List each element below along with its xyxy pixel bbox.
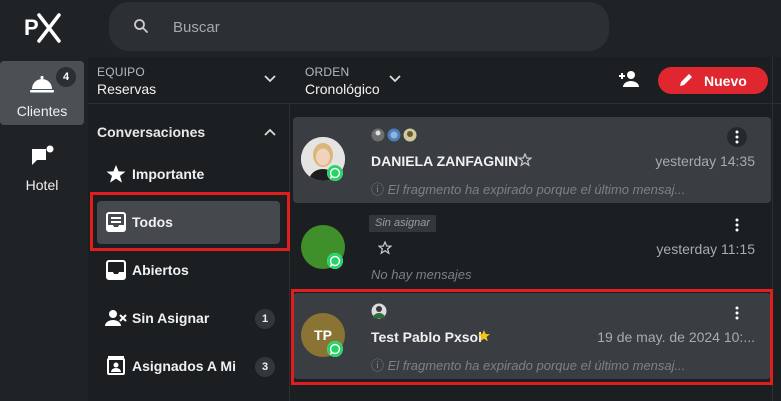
message-preview: ⓘ El fragmento ha expirado porque el últ… (371, 358, 686, 373)
count-badge: 3 (255, 357, 275, 377)
conversation-time: yesterday 14:35 (655, 153, 755, 169)
contact-card-icon (107, 356, 125, 375)
more-options-icon[interactable] (727, 215, 747, 235)
search-input[interactable] (173, 14, 573, 40)
conversation-item[interactable]: Sin asignar yesterday 11:15 No hay mensa… (293, 205, 771, 291)
new-button-label: Nuevo (704, 73, 747, 89)
equipo-label: EQUIPO (97, 65, 145, 79)
scrollbar[interactable] (772, 104, 781, 401)
conversation-item[interactable]: TP Test Pablo Pxsol 19 de may. de 2024 1… (293, 293, 771, 379)
whatsapp-icon (327, 341, 343, 357)
search-icon (134, 19, 148, 33)
svg-text:P: P (24, 15, 39, 40)
chat-notification-icon (32, 145, 54, 165)
filter-item-label: Asignados A Mi (132, 358, 236, 374)
pencil-icon (680, 74, 692, 86)
user-remove-icon (105, 310, 127, 326)
assigned-agents (371, 127, 421, 143)
panel-title: Conversaciones (97, 124, 206, 140)
notification-badge: 4 (56, 67, 76, 87)
filter-item-importante[interactable]: Importante (97, 153, 280, 196)
filters-header: EQUIPO Reservas ORDEN Cronológico Nuevo (88, 57, 781, 104)
conversation-time: yesterday 11:15 (656, 241, 755, 257)
conversation-filter-panel: Conversaciones Importante Todos Abiertos… (88, 104, 290, 401)
bell-service-icon (30, 76, 54, 93)
info-icon: ⓘ (371, 358, 385, 373)
top-bar: P (0, 0, 781, 57)
rail-item-clientes[interactable]: 4 Clientes (0, 61, 84, 125)
search-bar[interactable] (109, 2, 609, 51)
px-logo[interactable]: P (22, 9, 62, 45)
count-badge: 1 (255, 309, 275, 329)
contact-name: DANIELA ZANFAGNIN (371, 153, 519, 169)
filter-item-sin-asignar[interactable]: Sin Asignar 1 (97, 297, 280, 340)
orden-value: Cronológico (305, 81, 380, 97)
chevron-up-icon[interactable] (264, 128, 276, 136)
conversation-list: DANIELA ZANFAGNIN yesterday 14:35 ⓘ El f… (290, 104, 781, 401)
conversation-time: 19 de may. de 2024 10:... (597, 329, 755, 345)
chevron-down-icon (264, 75, 276, 83)
rail-item-label: Hotel (25, 177, 59, 193)
message-preview: No hay mensajes (371, 267, 472, 282)
filter-item-abiertos[interactable]: Abiertos (97, 249, 280, 292)
rail-item-hotel[interactable]: Hotel (0, 135, 84, 199)
equipo-value: Reservas (97, 81, 157, 97)
message-preview: ⓘ El fragmento ha expirado porque el últ… (371, 182, 686, 197)
conversation-item[interactable]: DANIELA ZANFAGNIN yesterday 14:35 ⓘ El f… (293, 117, 771, 203)
inbox-icon (106, 260, 126, 280)
unassigned-chip: Sin asignar (369, 215, 437, 232)
orden-dropdown[interactable]: ORDEN Cronológico (305, 65, 405, 97)
filter-item-label: Importante (132, 166, 205, 182)
whatsapp-icon (327, 165, 343, 181)
divider (772, 57, 773, 104)
equipo-dropdown[interactable]: EQUIPO Reservas (97, 65, 277, 97)
filter-item-label: Todos (132, 214, 173, 230)
info-icon: ⓘ (371, 182, 385, 197)
whatsapp-icon (327, 253, 343, 269)
contact-name: Test Pablo Pxsol (371, 329, 482, 345)
chevron-down-icon (389, 75, 401, 83)
add-user-icon[interactable] (618, 69, 640, 89)
star-outline-icon[interactable] (518, 153, 532, 167)
star-icon (106, 165, 126, 183)
new-conversation-button[interactable]: Nuevo (658, 67, 768, 94)
filter-item-asignados-a-mi[interactable]: Asignados A Mi 3 (97, 345, 280, 388)
star-outline-icon[interactable] (378, 241, 392, 255)
left-rail: 4 Clientes Hotel (0, 57, 88, 401)
rail-item-label: Clientes (16, 103, 68, 119)
filter-item-label: Sin Asignar (132, 310, 210, 326)
more-options-icon[interactable] (727, 127, 747, 147)
more-options-icon[interactable] (727, 303, 747, 323)
assigned-agent (371, 303, 387, 319)
inbox-list-icon (106, 212, 126, 232)
star-filled-icon[interactable] (477, 329, 491, 343)
filter-item-label: Abiertos (132, 262, 189, 278)
filter-item-todos[interactable]: Todos (97, 201, 280, 244)
